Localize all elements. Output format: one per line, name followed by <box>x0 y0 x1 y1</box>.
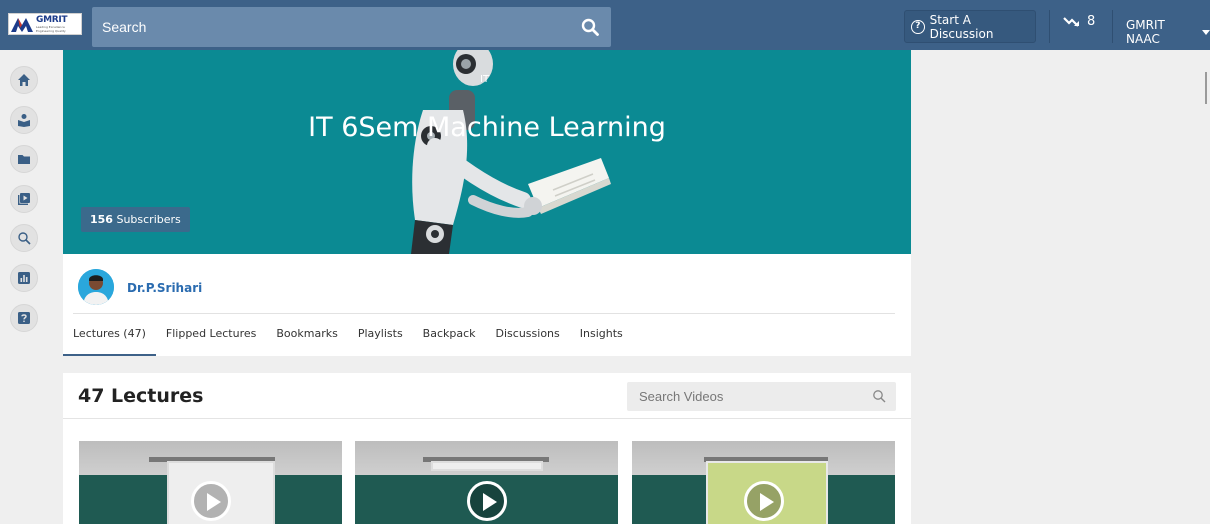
author-name-link[interactable]: Dr.P.Srihari <box>127 281 202 295</box>
folder-icon <box>18 155 30 164</box>
start-discussion-button[interactable]: ? Start A Discussion <box>904 10 1036 43</box>
tab-backpack[interactable]: Backpack <box>413 314 486 356</box>
logo-text: GMRIT Leading Excellence Engineering Qua… <box>36 14 68 33</box>
gmrit-logo[interactable]: GMRIT Leading Excellence Engineering Qua… <box>8 13 82 35</box>
trending-count: 8 <box>1087 14 1096 29</box>
search-icon[interactable] <box>581 18 599 36</box>
sidebar-insights-button[interactable] <box>10 264 38 292</box>
account-menu[interactable]: GMRIT NAAC <box>1126 18 1210 46</box>
bar-chart-icon <box>18 272 30 284</box>
sidebar-learner-button[interactable] <box>10 106 38 134</box>
top-navbar: GMRIT Leading Excellence Engineering Qua… <box>0 0 1210 50</box>
course-tabs: Lectures (47) Flipped Lectures Bookmarks… <box>63 314 633 356</box>
home-icon <box>18 74 30 86</box>
question-circle-icon: ? <box>911 19 925 34</box>
global-search-input[interactable] <box>92 7 562 47</box>
tab-bookmarks[interactable]: Bookmarks <box>266 314 347 356</box>
search-icon[interactable] <box>872 389 886 403</box>
scrollbar-thumb[interactable] <box>1205 72 1207 104</box>
help-icon <box>18 312 30 324</box>
play-icon[interactable] <box>744 481 784 521</box>
video-search <box>627 382 896 411</box>
divider <box>63 418 911 419</box>
person-book-icon <box>18 114 30 127</box>
start-discussion-label: Start A Discussion <box>929 12 994 41</box>
sidebar-videos-button[interactable] <box>10 185 38 213</box>
tab-insights[interactable]: Insights <box>570 314 633 356</box>
course-title: IT 6Sem Machine Learning <box>308 112 666 143</box>
search-icon <box>18 232 31 245</box>
sidebar-home-button[interactable] <box>10 66 38 94</box>
global-search <box>92 7 611 47</box>
lectures-panel: 47 Lectures <box>63 373 911 524</box>
subscribers-count: 156 <box>90 213 113 226</box>
caret-down-icon <box>1202 29 1210 35</box>
lectures-count-title: 47 Lectures <box>78 385 204 407</box>
play-icon[interactable] <box>467 481 507 521</box>
course-info-card: Dr.P.Srihari Lectures (47) Flipped Lectu… <box>63 254 911 356</box>
header-divider <box>1112 10 1113 43</box>
banner-tag: IT <box>480 74 490 85</box>
sidebar-folder-button[interactable] <box>10 145 38 173</box>
tab-lectures[interactable]: Lectures (47) <box>63 314 156 356</box>
lecture-video-thumbnail[interactable] <box>79 441 342 524</box>
tab-playlists[interactable]: Playlists <box>348 314 413 356</box>
left-sidebar <box>0 50 50 524</box>
subscribers-label: Subscribers <box>116 213 181 226</box>
subscribers-badge[interactable]: 156 Subscribers <box>81 207 190 232</box>
play-icon[interactable] <box>191 481 231 521</box>
tab-discussions[interactable]: Discussions <box>486 314 570 356</box>
header-divider <box>1049 10 1050 43</box>
trending-button[interactable]: 8 <box>1063 14 1095 29</box>
trending-down-icon <box>1063 16 1079 27</box>
sidebar-search-button[interactable] <box>10 224 38 252</box>
sidebar-help-button[interactable] <box>10 304 38 332</box>
tab-flipped-lectures[interactable]: Flipped Lectures <box>156 314 266 356</box>
video-library-icon <box>18 193 30 205</box>
author-avatar[interactable] <box>78 269 114 305</box>
lecture-video-thumbnail[interactable] <box>355 441 618 524</box>
logo-mark-icon <box>11 16 33 32</box>
course-banner: IT IT 6Sem Machine Learning 156 Subscrib… <box>63 50 911 254</box>
account-name: GMRIT NAAC <box>1126 18 1165 46</box>
video-search-input[interactable] <box>627 382 857 411</box>
lecture-video-thumbnail[interactable] <box>632 441 895 524</box>
